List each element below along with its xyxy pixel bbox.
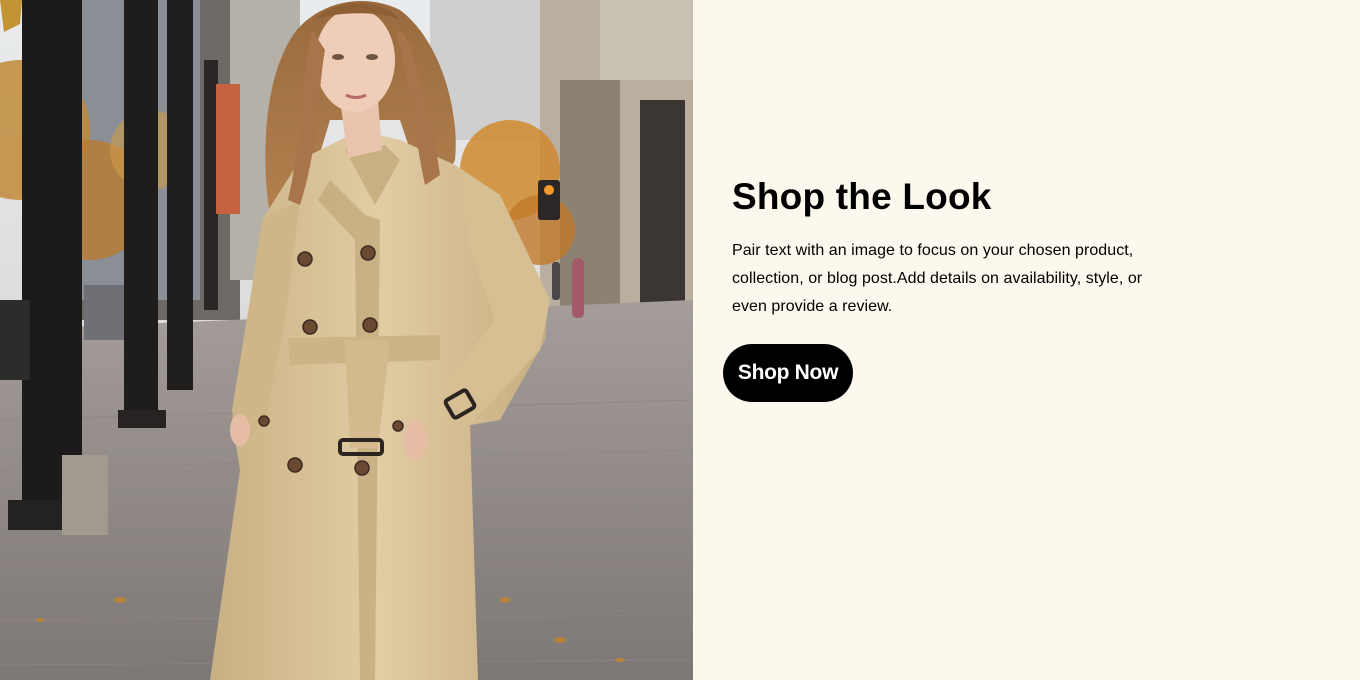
shop-now-button[interactable]: Shop Now — [723, 344, 853, 402]
product-photo — [0, 0, 693, 680]
street-scene-illustration — [0, 0, 693, 680]
section-description: Pair text with an image to focus on your… — [732, 242, 1143, 315]
section-title: Shop the Look — [732, 176, 992, 217]
shop-the-look-section: Shop the Look Pair text with an image to… — [0, 0, 1360, 680]
text-panel: Shop the Look Pair text with an image to… — [693, 0, 1360, 680]
